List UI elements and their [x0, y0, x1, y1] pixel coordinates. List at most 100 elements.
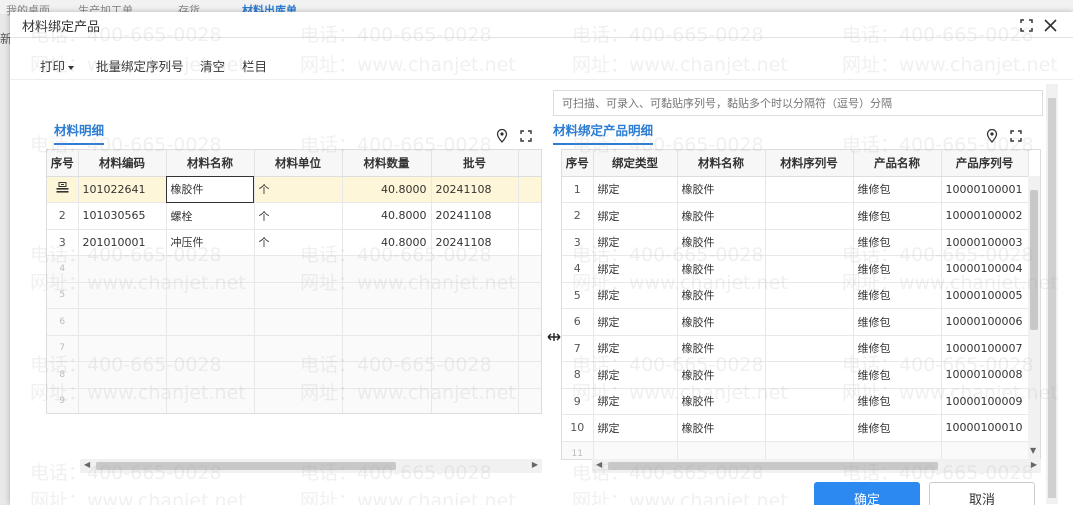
batch-number-cell[interactable]: 20241108 [431, 202, 519, 230]
close-icon[interactable] [1040, 15, 1060, 35]
confirm-button[interactable]: 确定 [814, 482, 920, 505]
material-serial-cell[interactable] [765, 335, 854, 362]
product-serial-cell[interactable]: 10000100008 [941, 361, 1029, 389]
material-qty-cell[interactable]: 40.8000 [342, 229, 432, 256]
product-name-cell[interactable]: 维修包 [853, 361, 942, 389]
material-code-cell[interactable]: 201010001 [78, 229, 167, 256]
table-row[interactable]: 9 绑定 橡胶件 维修包 10000100009 [562, 388, 1029, 415]
product-name-cell[interactable]: 维修包 [853, 414, 942, 442]
column-header[interactable]: 材料名称 [166, 150, 255, 177]
table-row[interactable]: 3 绑定 橡胶件 维修包 10000100003 [562, 229, 1029, 256]
bind-type-cell[interactable]: 绑定 [593, 308, 678, 336]
bind-type-cell[interactable]: 绑定 [593, 335, 678, 362]
column-header[interactable]: 序号 [47, 150, 79, 177]
scroll-right-icon[interactable]: ▶ [532, 460, 538, 469]
material-serial-cell[interactable] [765, 308, 854, 336]
table-row[interactable]: 8 绑定 橡胶件 维修包 10000100008 [562, 361, 1029, 389]
scroll-down-icon[interactable]: ▼ [1030, 446, 1036, 455]
table-row[interactable]: 2 绑定 橡胶件 维修包 10000100002 [562, 202, 1029, 230]
column-header[interactable]: 批号 [431, 150, 519, 177]
location-pin-icon[interactable] [494, 128, 510, 144]
product-serial-cell[interactable]: 10000100002 [941, 202, 1029, 230]
material-unit-cell[interactable]: 个 [254, 202, 343, 230]
row-edit-icon[interactable] [47, 176, 79, 203]
material-code-cell[interactable]: 101022641 [78, 176, 167, 203]
right-horizontal-scrollbar[interactable]: ◀ ▶ [592, 459, 1041, 473]
product-name-cell[interactable]: 维修包 [853, 388, 942, 415]
material-serial-cell[interactable] [765, 414, 854, 442]
table-row[interactable]: 1 绑定 橡胶件 维修包 10000100001 [562, 176, 1029, 203]
print-menu-button[interactable]: 打印 [40, 56, 75, 75]
column-header[interactable]: 产品名称 [853, 150, 942, 177]
location-pin-icon[interactable] [984, 128, 1000, 144]
material-serial-cell[interactable] [765, 282, 854, 309]
material-name-cell[interactable]: 螺栓 [166, 202, 255, 230]
product-serial-cell[interactable]: 10000100005 [941, 282, 1029, 309]
scrollbar-thumb[interactable] [1048, 98, 1056, 498]
product-serial-cell[interactable]: 10000100003 [941, 229, 1029, 256]
material-name-cell[interactable]: 橡胶件 [677, 255, 766, 283]
table-row[interactable]: 5 绑定 橡胶件 维修包 10000100005 [562, 282, 1029, 309]
product-serial-cell[interactable]: 10000100001 [941, 176, 1029, 203]
product-name-cell[interactable]: 维修包 [853, 308, 942, 336]
table-row[interactable]: 10 绑定 橡胶件 维修包 10000100010 [562, 414, 1029, 442]
material-unit-cell[interactable]: 个 [254, 176, 343, 203]
product-serial-cell[interactable]: 10000100004 [941, 255, 1029, 283]
table-row[interactable]: 4 绑定 橡胶件 维修包 10000100004 [562, 255, 1029, 283]
bind-type-cell[interactable]: 绑定 [593, 176, 678, 203]
material-name-cell[interactable]: 橡胶件 [677, 308, 766, 336]
product-serial-cell[interactable]: 10000100007 [941, 335, 1029, 362]
product-name-cell[interactable]: 维修包 [853, 202, 942, 230]
scroll-left-icon[interactable]: ◀ [84, 460, 90, 469]
dialog-vertical-scrollbar[interactable] [1046, 84, 1058, 504]
material-unit-cell[interactable]: 个 [254, 229, 343, 256]
material-name-cell[interactable]: 橡胶件 [677, 414, 766, 442]
material-name-cell[interactable]: 橡胶件 [677, 388, 766, 415]
scrollbar-thumb[interactable] [608, 462, 938, 470]
product-serial-cell[interactable]: 10000100009 [941, 388, 1029, 415]
scroll-left-icon[interactable]: ◀ [596, 460, 602, 469]
table-row[interactable]: 101022641 橡胶件 个 40.8000 20241108 [47, 176, 541, 203]
product-name-cell[interactable]: 维修包 [853, 229, 942, 256]
material-name-cell[interactable]: 橡胶件 [677, 229, 766, 256]
left-horizontal-scrollbar[interactable]: ◀ ▶ [80, 459, 542, 473]
material-qty-cell[interactable]: 40.8000 [342, 202, 432, 230]
scrollbar-thumb[interactable] [1030, 190, 1038, 330]
material-name-cell[interactable]: 橡胶件 [677, 282, 766, 309]
material-serial-cell[interactable] [765, 255, 854, 283]
column-header[interactable]: 材料编码 [78, 150, 167, 177]
material-serial-cell[interactable] [765, 176, 854, 203]
product-serial-cell[interactable]: 10000100006 [941, 308, 1029, 336]
product-serial-cell[interactable]: 10000100010 [941, 414, 1029, 442]
material-serial-cell[interactable] [765, 229, 854, 256]
column-header[interactable]: 材料数量 [342, 150, 432, 177]
material-name-cell[interactable]: 橡胶件 [677, 361, 766, 389]
material-code-cell[interactable]: 101030565 [78, 202, 167, 230]
panel-resize-handle-icon[interactable] [547, 330, 561, 344]
fullscreen-icon[interactable] [518, 128, 534, 144]
product-name-cell[interactable]: 维修包 [853, 335, 942, 362]
column-header[interactable]: 材料单位 [254, 150, 343, 177]
material-name-cell[interactable]: 橡胶件 [677, 202, 766, 230]
batch-bind-serial-button[interactable]: 批量绑定序列号 [96, 56, 184, 75]
product-name-cell[interactable]: 维修包 [853, 176, 942, 203]
bind-type-cell[interactable]: 绑定 [593, 361, 678, 389]
column-header[interactable]: 产品序列号 [941, 150, 1029, 177]
bind-type-cell[interactable]: 绑定 [593, 255, 678, 283]
bind-type-cell[interactable]: 绑定 [593, 202, 678, 230]
bind-type-cell[interactable]: 绑定 [593, 229, 678, 256]
column-header[interactable]: 绑定类型 [593, 150, 678, 177]
serial-scan-input[interactable] [553, 90, 1043, 116]
right-vertical-scrollbar[interactable]: ▼ [1028, 176, 1040, 459]
product-name-cell[interactable]: 维修包 [853, 282, 942, 309]
column-header[interactable]: 序号 [562, 150, 594, 177]
material-name-cell[interactable]: 冲压件 [166, 229, 255, 256]
cancel-button[interactable]: 取消 [929, 482, 1035, 505]
material-name-cell[interactable]: 橡胶件 [677, 176, 766, 203]
material-serial-cell[interactable] [765, 361, 854, 389]
column-header[interactable]: 材料序列号 [765, 150, 854, 177]
batch-number-cell[interactable]: 20241108 [431, 229, 519, 256]
columns-button[interactable]: 栏目 [242, 56, 267, 75]
material-name-cell[interactable]: 橡胶件 [166, 176, 255, 203]
table-row[interactable]: 7 绑定 橡胶件 维修包 10000100007 [562, 335, 1029, 362]
